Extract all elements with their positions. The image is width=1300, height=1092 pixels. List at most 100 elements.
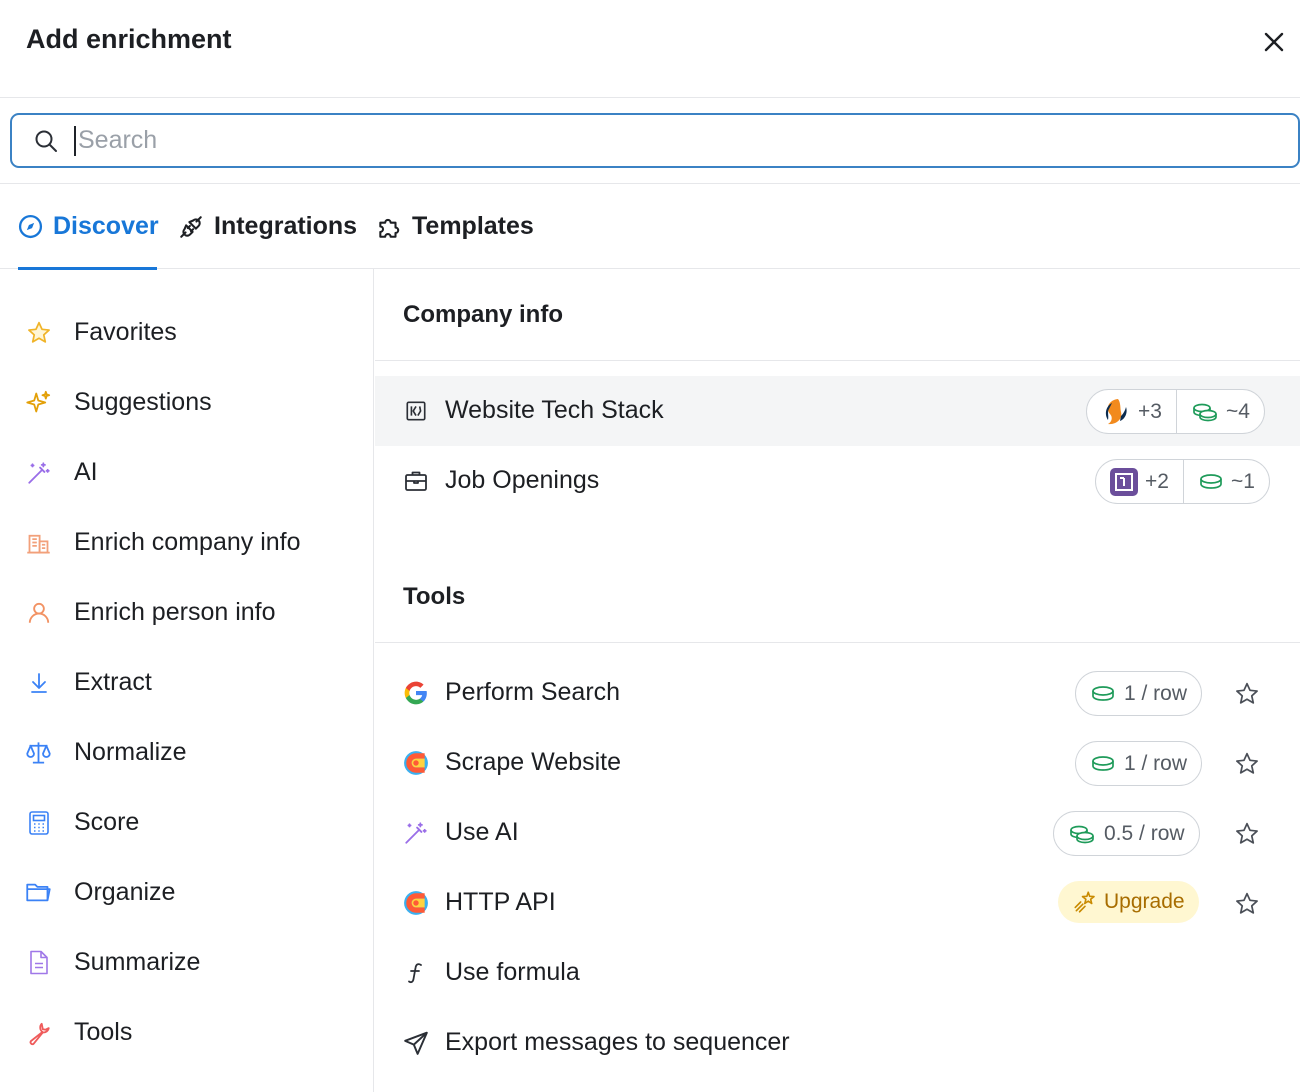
tab-templates[interactable]: Templates bbox=[376, 184, 534, 269]
tab-templates-label: Templates bbox=[412, 212, 534, 240]
category-sidebar: Favorites Suggestions AI Enrich company … bbox=[0, 269, 374, 1092]
sidebar-item-normalize[interactable]: Normalize bbox=[0, 717, 374, 787]
cost-badge: 1 / row bbox=[1075, 671, 1203, 716]
tab-bar: Discover Integrations Templates bbox=[0, 184, 1300, 270]
favorite-star-icon[interactable] bbox=[1233, 750, 1261, 778]
sidebar-item-label: Favorites bbox=[74, 317, 177, 346]
list-item-use-ai[interactable]: Use AI 0.5 / row bbox=[375, 798, 1300, 868]
coins-icon bbox=[1070, 825, 1094, 843]
favorite-star-icon[interactable] bbox=[1233, 820, 1261, 848]
sidebar-item-enrich-person[interactable]: Enrich person info bbox=[0, 577, 374, 647]
search-input[interactable] bbox=[74, 125, 1174, 156]
sidebar-item-enrich-company[interactable]: Enrich company info bbox=[0, 507, 374, 577]
person-icon bbox=[25, 599, 52, 626]
sidebar-item-label: Enrich company info bbox=[74, 527, 301, 556]
upgrade-text: Upgrade bbox=[1104, 890, 1185, 913]
function-icon bbox=[403, 960, 429, 986]
shooting-star-icon bbox=[1074, 891, 1095, 913]
cost-text: 1 / row bbox=[1124, 681, 1188, 705]
list-item-label: Website Tech Stack bbox=[445, 396, 664, 424]
google-icon bbox=[403, 680, 429, 706]
sidebar-item-label: Normalize bbox=[74, 737, 187, 766]
provider-logo-icon bbox=[1102, 397, 1130, 426]
providers-extra-count: +2 bbox=[1145, 469, 1169, 493]
upgrade-badge[interactable]: Upgrade bbox=[1058, 881, 1199, 923]
credits-segment: ~1 bbox=[1182, 460, 1269, 503]
list-item-label: Export messages to sequencer bbox=[445, 1028, 790, 1056]
search-box[interactable] bbox=[10, 113, 1300, 168]
sidebar-item-label: Extract bbox=[74, 667, 152, 696]
list-item-scrape-website[interactable]: Scrape Website 1 / row bbox=[375, 728, 1300, 798]
favorite-star-icon[interactable] bbox=[1233, 680, 1261, 708]
magic-wand-icon bbox=[403, 820, 429, 846]
section-divider bbox=[375, 642, 1300, 643]
list-item-export-messages[interactable]: Export messages to sequencer bbox=[375, 1008, 1300, 1078]
clay-icon bbox=[403, 890, 429, 916]
sidebar-item-tools[interactable]: Tools bbox=[0, 997, 374, 1067]
compass-icon bbox=[18, 214, 43, 239]
list-item-use-formula[interactable]: Use formula bbox=[375, 938, 1300, 1008]
provider-credits-pill[interactable]: +3 ~4 bbox=[1086, 389, 1265, 434]
list-item-label: Scrape Website bbox=[445, 748, 622, 776]
document-icon bbox=[25, 949, 52, 976]
arrow-down-icon bbox=[25, 669, 52, 696]
cost-badge: 0.5 / row bbox=[1053, 811, 1200, 856]
sidebar-item-label: Suggestions bbox=[74, 387, 212, 416]
providers-segment: +2 bbox=[1096, 460, 1183, 503]
dialog-header: Add enrichment bbox=[0, 0, 1300, 98]
credits-estimate: ~1 bbox=[1230, 469, 1255, 493]
wrench-icon bbox=[25, 1019, 52, 1046]
close-button[interactable] bbox=[1258, 26, 1290, 58]
building-icon bbox=[25, 529, 52, 556]
sidebar-item-label: Summarize bbox=[74, 947, 201, 976]
tab-discover[interactable]: Discover bbox=[18, 184, 159, 270]
coin-icon bbox=[1092, 685, 1114, 701]
sidebar-item-label: Score bbox=[74, 807, 140, 836]
sidebar-item-label: AI bbox=[74, 457, 98, 486]
sidebar-item-favorites[interactable]: Favorites bbox=[0, 297, 374, 367]
provider-logo-icon bbox=[1110, 467, 1138, 496]
close-icon bbox=[1264, 32, 1284, 52]
search-bar bbox=[0, 98, 1300, 184]
provider-credits-pill[interactable]: +2 ~1 bbox=[1095, 459, 1270, 504]
enrichment-list: Company info Website Tech Stack +3 ~4 Jo… bbox=[375, 269, 1300, 1092]
sidebar-item-score[interactable]: Score bbox=[0, 787, 374, 857]
sidebar-item-ai[interactable]: AI bbox=[0, 437, 374, 507]
sparkles-icon bbox=[25, 389, 52, 416]
favorite-star-icon[interactable] bbox=[1233, 890, 1261, 918]
clay-icon bbox=[403, 750, 429, 776]
search-icon bbox=[34, 129, 58, 153]
tab-integrations[interactable]: Integrations bbox=[178, 184, 357, 269]
section-title-company-info: Company info bbox=[403, 301, 563, 328]
sidebar-item-label: Organize bbox=[74, 877, 176, 906]
sidebar-item-summarize[interactable]: Summarize bbox=[0, 927, 374, 997]
coins-icon bbox=[1193, 403, 1217, 421]
list-item-perform-search[interactable]: Perform Search 1 / row bbox=[375, 658, 1300, 728]
section-divider bbox=[375, 360, 1300, 361]
list-item-website-tech-stack[interactable]: Website Tech Stack +3 ~4 bbox=[375, 376, 1300, 446]
sidebar-item-organize[interactable]: Organize bbox=[0, 857, 374, 927]
tab-integrations-label: Integrations bbox=[214, 212, 358, 240]
sidebar-item-extract[interactable]: Extract bbox=[0, 647, 374, 717]
list-item-label: HTTP API bbox=[445, 888, 556, 916]
scale-icon bbox=[25, 739, 52, 766]
sidebar-item-suggestions[interactable]: Suggestions bbox=[0, 367, 374, 437]
puzzle-icon bbox=[379, 218, 400, 238]
cost-badge: 1 / row bbox=[1075, 741, 1203, 786]
credits-estimate: ~4 bbox=[1225, 399, 1250, 423]
providers-segment: +3 bbox=[1087, 390, 1176, 433]
sidebar-item-label: Enrich person info bbox=[74, 597, 276, 626]
send-icon bbox=[403, 1030, 429, 1056]
list-item-label: Use AI bbox=[445, 818, 519, 846]
plug-icon bbox=[180, 215, 202, 238]
list-item-job-openings[interactable]: Job Openings +2 ~1 bbox=[375, 446, 1300, 516]
list-item-label: Use formula bbox=[445, 958, 580, 986]
coin-icon bbox=[1200, 473, 1222, 489]
folder-icon bbox=[25, 879, 52, 906]
tab-discover-label: Discover bbox=[53, 212, 159, 240]
list-item-http-api[interactable]: HTTP API Upgrade bbox=[375, 868, 1300, 938]
sidebar-item-label: Tools bbox=[74, 1017, 133, 1046]
cost-text: 0.5 / row bbox=[1104, 821, 1185, 845]
dialog-title: Add enrichment bbox=[26, 24, 232, 54]
tech-stack-icon bbox=[403, 398, 429, 424]
